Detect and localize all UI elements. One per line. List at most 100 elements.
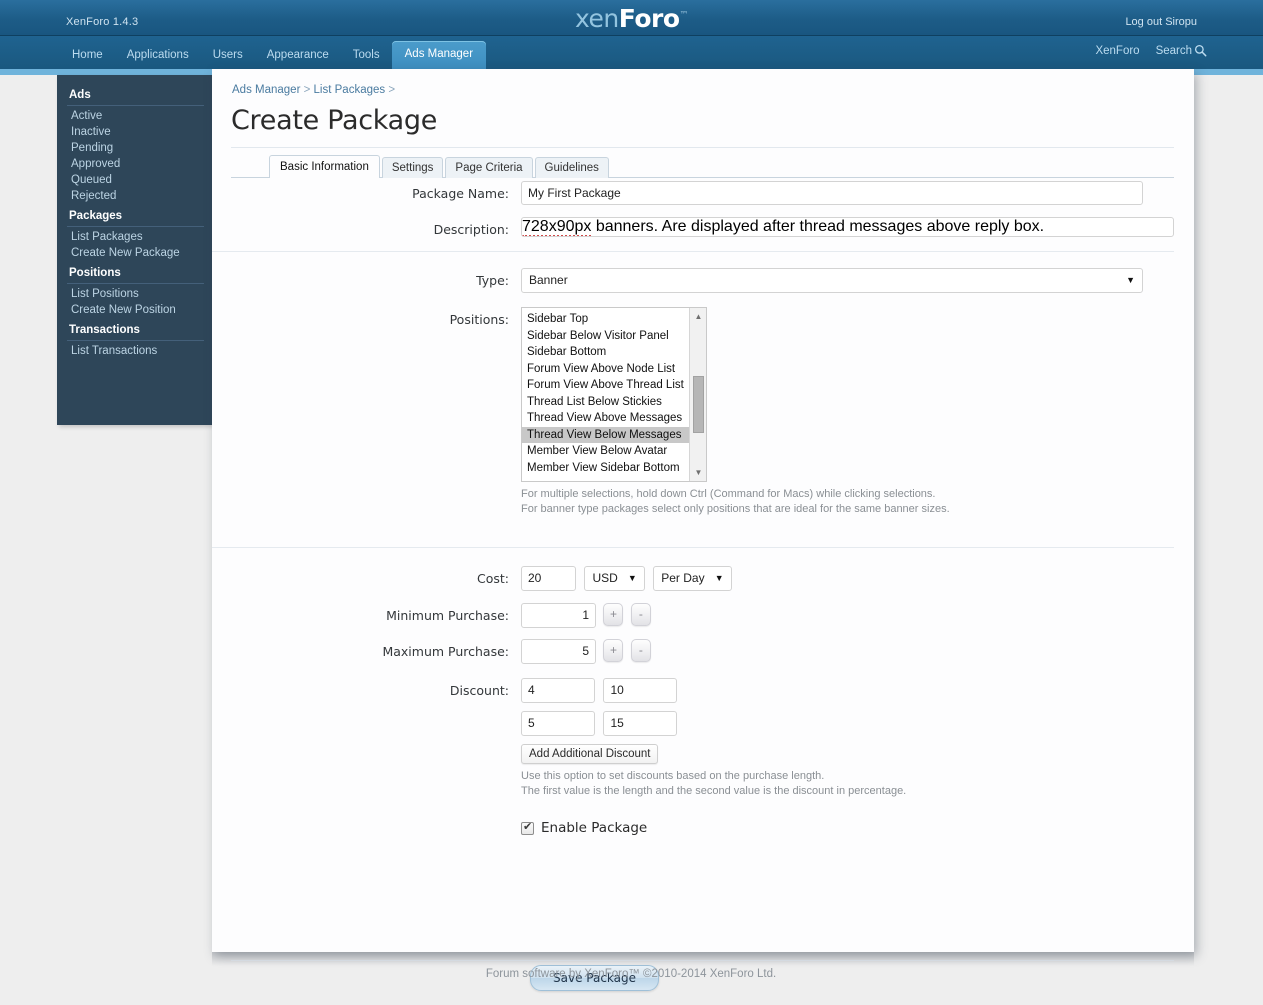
tab-basic-information[interactable]: Basic Information bbox=[269, 155, 380, 178]
nav-tab-appearance[interactable]: Appearance bbox=[255, 43, 341, 70]
breadcrumb-item-ads-manager[interactable]: Ads Manager bbox=[232, 84, 300, 96]
chevron-down-icon: ▼ bbox=[714, 572, 724, 583]
enable-package-label[interactable]: Enable Package bbox=[541, 820, 647, 836]
scroll-up-icon[interactable]: ▲ bbox=[690, 308, 706, 325]
sidebar-item-approved[interactable]: Approved bbox=[57, 156, 212, 172]
positions-option[interactable]: Thread View Above Messages bbox=[522, 410, 690, 427]
discount-percent-input-2[interactable] bbox=[603, 710, 678, 736]
section-divider bbox=[212, 251, 1174, 252]
description-textarea[interactable]: 728x90px banners. Are displayed after th… bbox=[521, 217, 1174, 237]
nav-tab-tools[interactable]: Tools bbox=[341, 43, 392, 70]
sidebar-group-transactions: Transactions List Transactions bbox=[57, 318, 212, 359]
field-row-description: Description: 728x90px banners. Are displ… bbox=[231, 217, 1174, 237]
sidebar-item-active[interactable]: Active bbox=[57, 108, 212, 124]
positions-option[interactable]: Sidebar Top bbox=[522, 311, 690, 328]
nav-tab-applications[interactable]: Applications bbox=[115, 43, 201, 70]
sidebar-item-pending[interactable]: Pending bbox=[57, 140, 212, 156]
breadcrumb-item-list-packages[interactable]: List Packages bbox=[314, 84, 386, 96]
search-icon bbox=[1194, 44, 1207, 57]
field-row-minimum-purchase: Minimum Purchase: + - bbox=[231, 602, 1174, 628]
nav-tab-home[interactable]: Home bbox=[60, 43, 115, 70]
discount-length-input-1[interactable] bbox=[521, 677, 595, 703]
sidebar-group-title-positions: Positions bbox=[69, 267, 121, 279]
positions-scrollbar[interactable]: ▲ ▼ bbox=[689, 308, 706, 481]
navbar-right: XenForo Search bbox=[1095, 44, 1207, 57]
add-additional-discount-button[interactable]: Add Additional Discount bbox=[521, 743, 659, 764]
maximum-purchase-label: Maximum Purchase: bbox=[382, 643, 509, 659]
billing-period-value: Per Day bbox=[661, 570, 705, 585]
positions-option[interactable]: Forum View Above Node List bbox=[522, 361, 690, 378]
minimum-purchase-input[interactable] bbox=[521, 602, 596, 628]
sidebar-item-create-new-package[interactable]: Create New Package bbox=[57, 245, 212, 261]
maximum-purchase-input[interactable] bbox=[521, 638, 596, 664]
nav-tab-ads-manager[interactable]: Ads Manager bbox=[391, 40, 487, 69]
sidebar-item-list-positions[interactable]: List Positions bbox=[57, 286, 212, 302]
positions-option[interactable]: Sidebar Bottom bbox=[522, 344, 690, 361]
field-row-discount: Discount: Add Additional Discount Use th… bbox=[231, 677, 1174, 836]
positions-option-selected[interactable]: Thread View Below Messages bbox=[522, 426, 690, 443]
positions-option[interactable]: Thread List Below Stickies bbox=[522, 394, 690, 411]
sidebar-item-rejected[interactable]: Rejected bbox=[57, 188, 212, 204]
sidebar-item-list-packages[interactable]: List Packages bbox=[57, 229, 212, 245]
discount-label: Discount: bbox=[449, 682, 509, 698]
sidebar-item-list-transactions[interactable]: List Transactions bbox=[57, 343, 212, 359]
nav-link-xenforo[interactable]: XenForo bbox=[1095, 45, 1139, 57]
enable-package-row: Enable Package bbox=[521, 820, 1174, 836]
logout-link[interactable]: Log out Siropu bbox=[1125, 16, 1197, 28]
cost-input[interactable] bbox=[521, 565, 576, 591]
admin-sidebar: Ads Active Inactive Pending Approved Que… bbox=[57, 75, 212, 425]
panel-shadow bbox=[212, 952, 1194, 966]
page-footer: Forum software by XenForo™ ©2010-2014 Xe… bbox=[0, 968, 1263, 980]
footer-text: Forum software by XenForo™ ©2010-2014 Xe… bbox=[485, 968, 777, 980]
sidebar-divider bbox=[67, 105, 204, 106]
nav-tab-users[interactable]: Users bbox=[201, 43, 255, 70]
minimum-purchase-increment-button[interactable]: + bbox=[603, 602, 624, 626]
discount-percent-input-1[interactable] bbox=[603, 677, 678, 703]
tab-settings[interactable]: Settings bbox=[381, 157, 444, 178]
form-tabstrip: Basic Information Settings Page Criteria… bbox=[231, 154, 1174, 178]
currency-select-value: USD bbox=[592, 570, 618, 585]
maximum-purchase-decrement-button[interactable]: - bbox=[630, 638, 651, 662]
maximum-purchase-increment-button[interactable]: + bbox=[603, 638, 624, 662]
positions-hint-line1: For multiple selections, hold down Ctrl … bbox=[521, 488, 936, 500]
positions-options: Sidebar Top Sidebar Below Visitor Panel … bbox=[522, 311, 690, 476]
positions-label: Positions: bbox=[449, 312, 509, 327]
sidebar-group-packages: Packages List Packages Create New Packag… bbox=[57, 204, 212, 261]
top-header: XenForo 1.4.3 xenForo™ Log out Siropu bbox=[0, 0, 1263, 36]
scrollbar-thumb[interactable] bbox=[693, 376, 704, 433]
discount-length-input-2[interactable] bbox=[521, 710, 595, 736]
type-label: Type: bbox=[476, 273, 509, 288]
sidebar-group-title-packages: Packages bbox=[69, 210, 123, 222]
sidebar-item-create-new-position[interactable]: Create New Position bbox=[57, 302, 212, 318]
content-panel: Ads Manager > List Packages > Create Pac… bbox=[212, 69, 1194, 991]
create-package-form: Package Name: Description: 728x90px bann… bbox=[212, 181, 1174, 848]
tab-guidelines[interactable]: Guidelines bbox=[534, 157, 609, 178]
tab-page-criteria[interactable]: Page Criteria bbox=[445, 157, 533, 178]
sidebar-group-positions: Positions List Positions Create New Posi… bbox=[57, 261, 212, 318]
positions-option[interactable]: Sidebar Below Visitor Panel bbox=[522, 328, 690, 345]
positions-option[interactable]: Member View Below Avatar bbox=[522, 443, 690, 460]
scroll-down-icon[interactable]: ▼ bbox=[690, 464, 706, 481]
breadcrumb-separator: > bbox=[388, 84, 396, 96]
field-row-cost: Cost: USD ▼ Per Day ▼ bbox=[231, 565, 1174, 591]
positions-option[interactable]: Forum View Above Thread List bbox=[522, 377, 690, 394]
positions-option[interactable]: Member View Sidebar Bottom bbox=[522, 460, 690, 477]
minimum-purchase-label: Minimum Purchase: bbox=[386, 607, 509, 623]
enable-package-checkbox[interactable] bbox=[521, 820, 534, 835]
type-select[interactable]: Banner ▼ bbox=[521, 268, 1143, 293]
discount-hint-line2: The first value is the length and the se… bbox=[521, 784, 907, 797]
discount-row bbox=[521, 710, 1174, 736]
positions-listbox[interactable]: Sidebar Top Sidebar Below Visitor Panel … bbox=[521, 307, 707, 482]
discount-hint-line1: Use this option to set discounts based o… bbox=[521, 769, 825, 782]
sidebar-item-inactive[interactable]: Inactive bbox=[57, 124, 212, 140]
minimum-purchase-decrement-button[interactable]: - bbox=[630, 602, 651, 626]
currency-select[interactable]: USD ▼ bbox=[584, 565, 645, 591]
sidebar-item-queued[interactable]: Queued bbox=[57, 172, 212, 188]
billing-period-select[interactable]: Per Day ▼ bbox=[653, 565, 732, 591]
package-name-label: Package Name: bbox=[412, 186, 509, 201]
search-button[interactable]: Search bbox=[1156, 44, 1207, 57]
package-name-input[interactable] bbox=[521, 181, 1143, 205]
sidebar-group-title-ads: Ads bbox=[69, 89, 91, 101]
logo-trademark: ™ bbox=[679, 10, 689, 21]
field-row-maximum-purchase: Maximum Purchase: + - bbox=[231, 638, 1174, 664]
